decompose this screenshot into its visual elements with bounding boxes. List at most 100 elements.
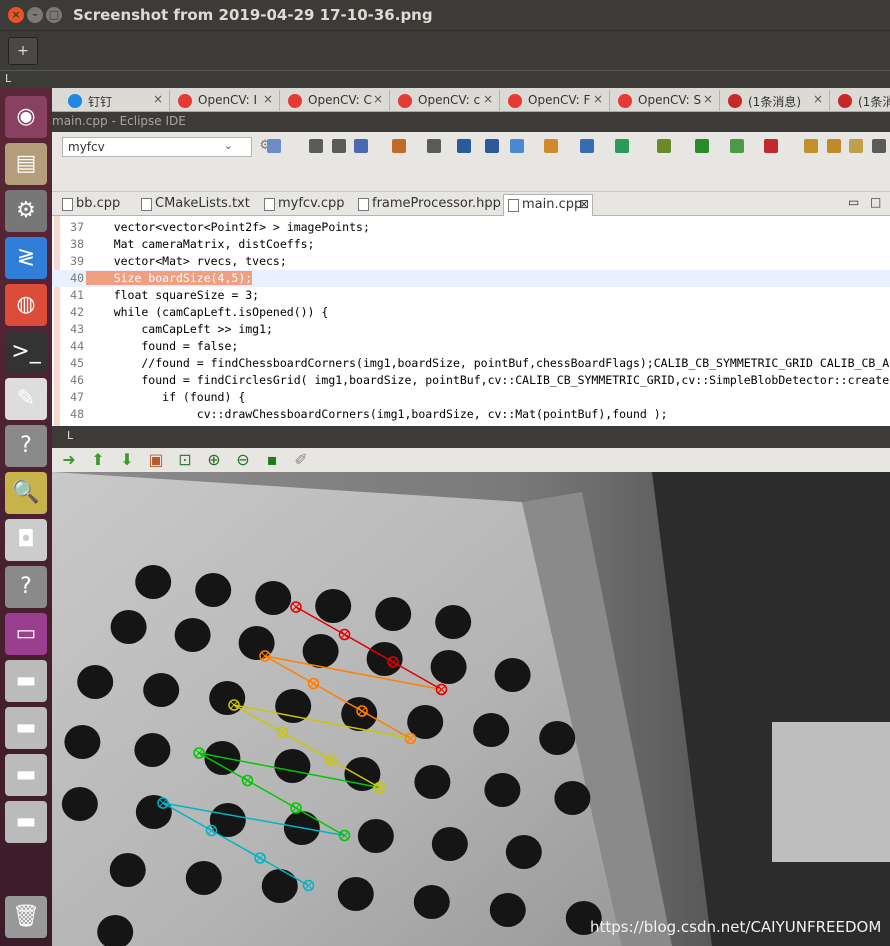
calibration-dot (473, 713, 510, 747)
browser-tab[interactable]: OpenCV: I × (172, 90, 280, 112)
drive-4-icon-glyph: ▬ (15, 809, 37, 834)
add-button[interactable]: + (8, 37, 38, 65)
close-tab-icon[interactable]: × (813, 92, 823, 106)
file-icon (358, 198, 369, 211)
close-tab-icon[interactable]: × (483, 92, 493, 106)
close-tab-icon[interactable]: × (593, 92, 603, 106)
minimize-editor-icon[interactable]: ▭ (848, 195, 859, 209)
dingtalk-icon (68, 94, 82, 108)
debug-icon[interactable] (657, 139, 671, 153)
editor-tab[interactable]: bb.cpp (58, 194, 130, 216)
file-manager-icon[interactable]: ▤ (5, 143, 47, 185)
editor-tab[interactable]: main.cpp ⊠ (503, 194, 593, 216)
zoom-in-icon[interactable]: ⊕ (205, 451, 223, 469)
drive-2-icon[interactable]: ▬ (5, 707, 47, 749)
code-line: 44 found = false; (52, 338, 890, 355)
save-icon[interactable] (309, 139, 323, 153)
chevron-down-icon[interactable]: ⌄ (224, 139, 233, 152)
open-folder-icon[interactable] (804, 139, 818, 153)
save-all-icon[interactable] (332, 139, 346, 153)
code-text: found = false; (86, 339, 239, 353)
opencv-icon (178, 94, 192, 108)
arrow-right-icon[interactable]: ➜ (60, 451, 78, 469)
browser-tab[interactable]: OpenCV: F × (502, 90, 610, 112)
line-number: 48 (70, 407, 84, 421)
close-tab-icon[interactable]: × (703, 92, 713, 106)
editor-tab[interactable]: CMakeLists.txt (137, 194, 253, 216)
visual-studio-code-icon[interactable]: ≷ (5, 237, 47, 279)
arrow-up-icon[interactable]: ⬆ (89, 451, 107, 469)
zoom-fit-icon[interactable]: ⊡ (176, 451, 194, 469)
debug-config-icon[interactable] (510, 139, 524, 153)
chrome-icon[interactable]: ◍ (5, 284, 47, 326)
browser-tab[interactable]: (1条消息) × (722, 90, 830, 112)
viewer-toolbar: + (0, 30, 890, 70)
ubuntu-dash-icon[interactable]: ◉ (5, 96, 47, 138)
editor-tab-label: main.cpp (522, 197, 583, 212)
browser-tab[interactable]: OpenCV: S × (612, 90, 720, 112)
close-window-button[interactable]: × (8, 7, 24, 23)
calibration-dot (195, 573, 232, 607)
line-number: 47 (70, 390, 84, 404)
maximize-editor-icon[interactable]: □ (870, 195, 881, 209)
camera-icon[interactable]: ◘ (5, 519, 47, 561)
file-icon (264, 198, 275, 211)
editor-tab[interactable]: myfcv.cpp (260, 194, 348, 216)
brush-icon[interactable] (849, 139, 863, 153)
system-settings-icon[interactable]: ⚙ (5, 190, 47, 232)
code-editor[interactable]: 37 vector<vector<Point2f> > imagePoints;… (52, 216, 890, 426)
drive-4-icon[interactable]: ▬ (5, 801, 47, 843)
close-tab-icon[interactable]: × (263, 92, 273, 106)
arrow-down-icon[interactable]: ⬇ (118, 451, 136, 469)
build-icon[interactable] (392, 139, 406, 153)
browser-tab[interactable]: OpenCV: c × (392, 90, 500, 112)
browser-tab-label: (1条消息) (748, 95, 801, 109)
calibration-dot (110, 610, 147, 644)
viewer-titlebar: × – □ Screenshot from 2019-04-29 17-10-3… (0, 0, 890, 30)
unknown-app-2-icon-glyph: ? (20, 574, 32, 599)
refresh-icon[interactable] (615, 139, 629, 153)
run-config-icon[interactable] (544, 139, 558, 153)
new-file-icon[interactable] (267, 139, 281, 153)
maximize-window-button[interactable]: □ (46, 7, 62, 23)
unknown-app-icon-glyph: ? (20, 433, 32, 458)
console-icon[interactable] (457, 139, 471, 153)
window-app-icon-glyph: ▭ (15, 621, 37, 646)
zoom-out-icon[interactable]: ⊖ (234, 451, 252, 469)
calibration-dot (185, 861, 222, 895)
open-type-icon[interactable] (827, 139, 841, 153)
editor-tab[interactable]: frameProcessor.hpp (354, 194, 501, 216)
new-class-icon[interactable] (580, 139, 594, 153)
file-manager-icon-glyph: ▤ (15, 151, 37, 176)
build-settings-icon[interactable] (354, 139, 368, 153)
window-app-icon[interactable]: ▭ (5, 613, 47, 655)
unknown-app-icon[interactable]: ? (5, 425, 47, 467)
brush-icon[interactable]: ✐ (292, 451, 310, 469)
image-viewer-icon[interactable]: 🔍 (5, 472, 47, 514)
pin-icon[interactable] (485, 139, 499, 153)
stop-icon[interactable] (764, 139, 778, 153)
browser-tab[interactable]: (1条消× (832, 90, 890, 112)
unknown-app-2-icon[interactable]: ? (5, 566, 47, 608)
minimize-window-button[interactable]: – (27, 7, 43, 23)
drive-1-icon[interactable]: ▬ (5, 660, 47, 702)
run-external-icon[interactable] (730, 139, 744, 153)
browser-tab-label: OpenCV: c (418, 93, 481, 107)
trash-icon[interactable]: 🗑 (5, 896, 47, 938)
close-tab-icon[interactable]: ⊠ (579, 197, 589, 211)
drive-3-icon[interactable]: ▬ (5, 754, 47, 796)
launch-configuration-select[interactable]: myfcv ⌄ ⚙ (62, 137, 271, 157)
image-icon[interactable]: ▣ (147, 451, 165, 469)
browser-tab[interactable]: 钉钉 × (62, 90, 170, 112)
close-tab-icon[interactable]: × (153, 92, 163, 106)
more-icon[interactable] (872, 139, 886, 153)
text-editor-icon[interactable]: ✎ (5, 378, 47, 420)
browser-tab[interactable]: OpenCV: C × (282, 90, 390, 112)
run-icon[interactable] (695, 139, 709, 153)
build-all-icon[interactable] (427, 139, 441, 153)
opencv-icon (398, 94, 412, 108)
save-icon[interactable]: ▪ (263, 451, 281, 469)
terminal-icon[interactable]: >_ (5, 331, 47, 373)
close-tab-icon[interactable]: × (373, 92, 383, 106)
browser-tab-label: OpenCV: S (638, 93, 702, 107)
